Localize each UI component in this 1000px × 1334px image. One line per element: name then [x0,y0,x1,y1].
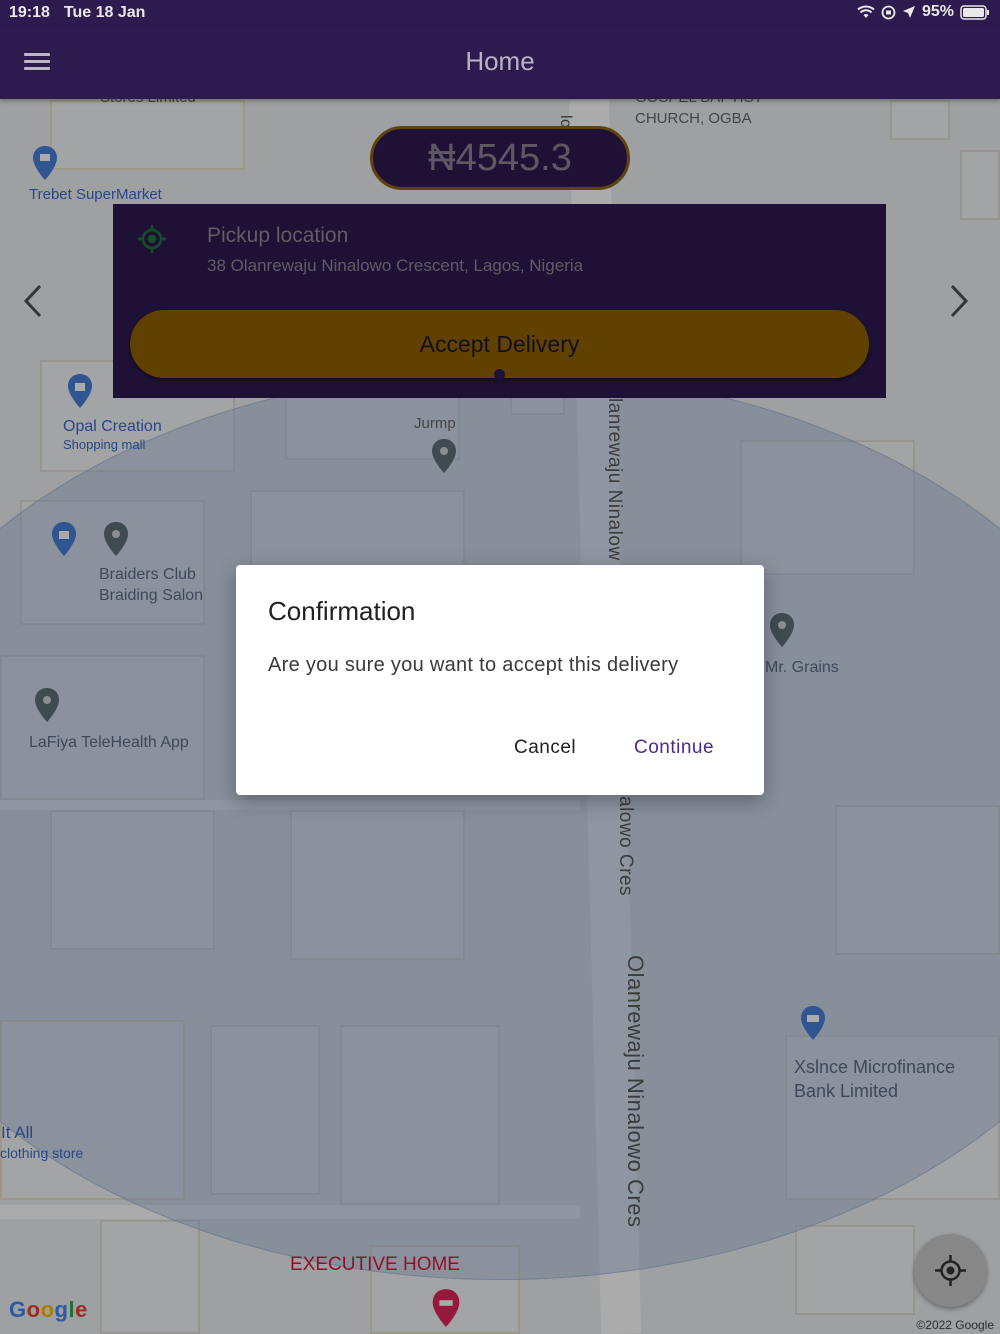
status-time: 19:18 [9,4,50,21]
app-bar: Home [0,26,1000,99]
page-title: Home [465,46,535,76]
status-bar: 19:18 Tue 18 Jan 95% [0,0,1000,26]
continue-button[interactable]: Continue [634,737,714,759]
battery-icon [960,4,989,20]
wifi-icon [857,5,875,18]
dialog-message: Are you sure you want to accept this del… [268,654,679,676]
status-date: Tue 18 Jan [63,4,146,21]
rotation-lock-icon [881,5,896,19]
location-arrow-icon [902,6,915,18]
cancel-button[interactable]: Cancel [514,737,576,759]
battery-percent: 95% [921,3,954,20]
dialog-title: Confirmation [268,596,416,626]
confirmation-dialog: Confirmation Are you sure you want to ac… [236,565,764,795]
